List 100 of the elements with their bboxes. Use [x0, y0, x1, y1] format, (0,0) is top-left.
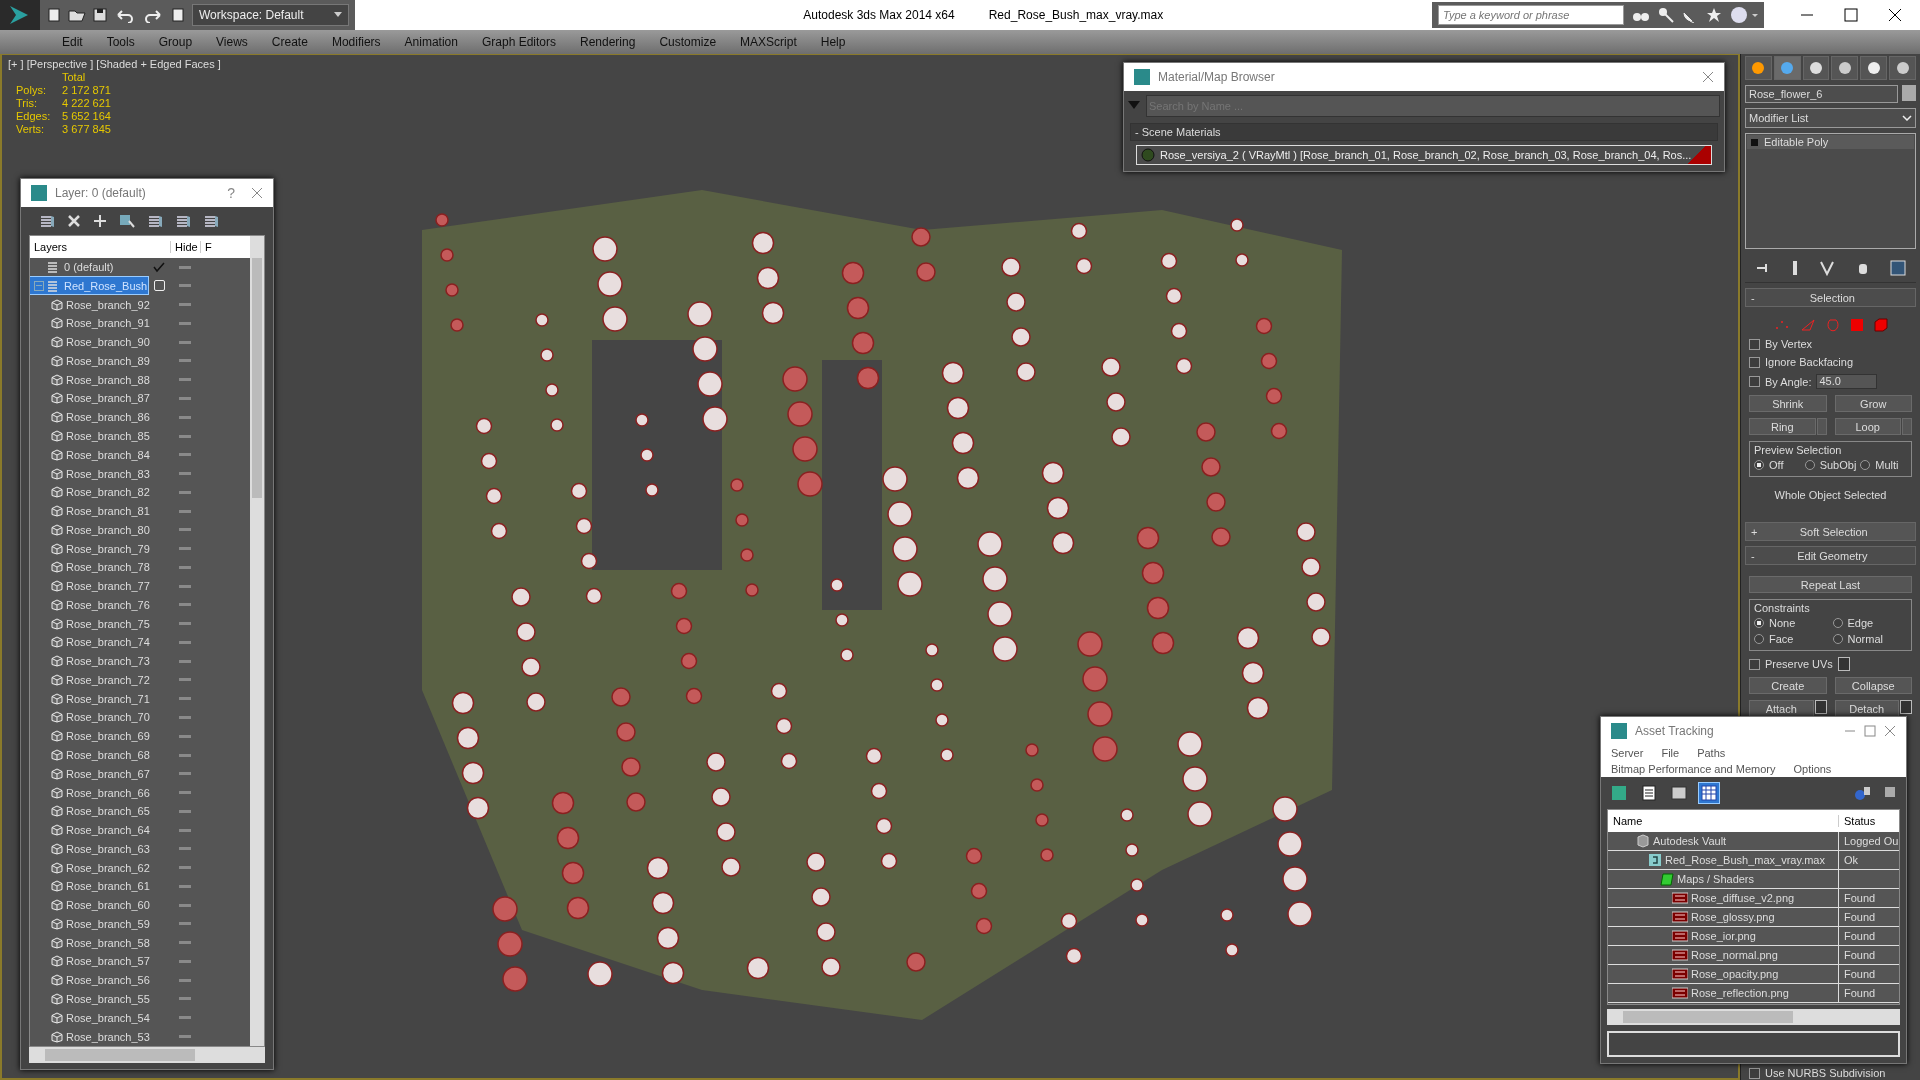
menu-item[interactable]: Rendering — [568, 35, 648, 49]
border-icon[interactable] — [1825, 318, 1840, 332]
stack-item[interactable]: Editable Poly — [1747, 135, 1914, 149]
hide-toggle[interactable] — [179, 1035, 191, 1038]
current-layer-checkbox[interactable] — [153, 280, 165, 292]
open-folder-icon[interactable] — [68, 7, 86, 23]
close-icon[interactable] — [1888, 8, 1902, 22]
hide-toggle[interactable] — [179, 659, 191, 663]
menu-item[interactable]: Views — [204, 35, 260, 49]
delete-icon[interactable] — [67, 214, 81, 228]
new-layer-icon[interactable] — [39, 213, 55, 229]
hide-toggle[interactable] — [179, 284, 191, 288]
hide-toggle[interactable] — [179, 509, 191, 513]
menu-item[interactable]: Graph Editors — [469, 35, 568, 49]
maximize-icon[interactable] — [1844, 8, 1858, 22]
hide-toggle[interactable] — [179, 866, 191, 870]
menu-item[interactable]: Edit — [50, 35, 95, 49]
search-field[interactable]: Type a keyword or phrase — [1438, 5, 1624, 25]
checkmark-icon[interactable] — [153, 261, 165, 274]
panel-tab[interactable] — [1773, 56, 1801, 80]
add-icon[interactable] — [93, 214, 107, 228]
horizontal-scrollbar[interactable] — [29, 1047, 265, 1063]
hide-toggle[interactable] — [179, 753, 191, 757]
app-logo[interactable] — [0, 0, 40, 30]
redo-icon[interactable] — [142, 7, 164, 23]
checkbox[interactable] — [1749, 338, 1760, 350]
menu-item[interactable]: Help — [808, 35, 858, 49]
workspace-dropdown[interactable]: Workspace: Default — [192, 4, 349, 26]
hide-toggle[interactable] — [179, 772, 191, 776]
viewport-label[interactable]: [+ ] [Perspective ] [Shaded + Edged Faces ] — [8, 58, 221, 70]
select-layer-icon[interactable] — [147, 213, 163, 229]
command-button[interactable]: Ring — [1749, 418, 1816, 435]
column-header[interactable]: Status — [1838, 815, 1899, 827]
options-button[interactable] — [1814, 700, 1827, 714]
rollout-header[interactable]: + Soft Selection — [1745, 522, 1916, 541]
save-icon[interactable] — [92, 7, 108, 23]
hide-toggle[interactable] — [179, 415, 191, 419]
hide-toggle[interactable] — [179, 997, 191, 1001]
hide-toggle[interactable] — [179, 396, 191, 400]
material-item[interactable]: Rose_versiya_2 ( VRayMtl ) [Rose_branch_01, Rose_branch_02, Rose_branch_03, Rose_branch_04, Ros... — [1136, 145, 1712, 165]
hide-toggle[interactable] — [179, 472, 191, 476]
command-button[interactable]: Loop — [1834, 418, 1901, 435]
radio-button[interactable] — [1804, 460, 1815, 470]
hide-toggle[interactable] — [179, 809, 191, 813]
menu-item[interactable]: MAXScript — [728, 35, 809, 49]
hide-toggle[interactable] — [179, 1016, 191, 1020]
command-button[interactable]: Repeat Last — [1749, 576, 1912, 593]
hide-toggle[interactable] — [179, 453, 191, 457]
hide-toggle[interactable] — [179, 922, 191, 926]
hide-toggle[interactable] — [179, 678, 191, 682]
rollout-header[interactable]: - Selection — [1745, 288, 1916, 307]
hide-toggle[interactable] — [179, 603, 191, 607]
hide-toggle[interactable] — [179, 884, 191, 888]
color-swatch[interactable] — [1902, 85, 1916, 101]
hide-toggle[interactable] — [179, 941, 191, 945]
menu-item[interactable]: File — [1661, 747, 1680, 759]
checkbox[interactable] — [1749, 658, 1760, 670]
hide-toggle[interactable] — [179, 303, 191, 307]
checkbox[interactable] — [1749, 376, 1760, 387]
hide-toggle[interactable] — [179, 716, 191, 719]
object-name-field[interactable]: Rose_flower_6 — [1745, 85, 1898, 103]
options-button[interactable] — [1900, 700, 1912, 714]
menu-item[interactable]: Paths — [1697, 747, 1726, 759]
hide-toggle[interactable] — [179, 959, 191, 963]
hide-toggle[interactable] — [179, 847, 191, 851]
hide-toggle[interactable] — [179, 434, 191, 438]
radio-button[interactable] — [1754, 460, 1764, 470]
menu-item[interactable]: Animation — [392, 35, 470, 49]
hide-toggle[interactable] — [179, 903, 191, 907]
radio-button[interactable] — [1860, 460, 1871, 470]
hide-toggle[interactable] — [179, 528, 191, 532]
key-icon[interactable] — [1658, 7, 1674, 23]
panel-tab[interactable] — [1860, 56, 1888, 80]
modifier-list-dropdown[interactable]: Modifier List — [1745, 108, 1916, 128]
view-button[interactable] — [1669, 783, 1689, 803]
hide-toggle[interactable] — [179, 791, 191, 795]
element-icon[interactable] — [1873, 318, 1888, 332]
command-button[interactable]: Grow — [1834, 395, 1912, 412]
hide-toggle[interactable] — [179, 565, 191, 569]
panel-tab[interactable] — [1831, 56, 1859, 80]
hide-toggle[interactable] — [179, 584, 191, 588]
menu-item[interactable]: Modifiers — [319, 35, 393, 49]
polygon-icon[interactable] — [1849, 318, 1864, 332]
radio-button[interactable] — [1754, 634, 1764, 644]
hide-toggle[interactable] — [179, 828, 191, 832]
radio-button[interactable] — [1832, 618, 1843, 628]
collapse-toggle[interactable] — [34, 280, 44, 291]
command-button[interactable]: Shrink — [1749, 395, 1827, 412]
highlight-layer-icon[interactable] — [175, 213, 191, 229]
scrollbar[interactable] — [250, 236, 264, 1046]
command-button[interactable]: Create — [1749, 677, 1827, 694]
edge-icon[interactable] — [1799, 318, 1816, 332]
panel-tab[interactable] — [1889, 56, 1916, 80]
view-button[interactable] — [1699, 783, 1719, 803]
view-button[interactable] — [1639, 783, 1659, 803]
hide-toggle[interactable] — [179, 378, 191, 382]
layer-item[interactable]: Red_Rose_Bush — [30, 277, 148, 295]
radio-button[interactable] — [1832, 634, 1843, 644]
select-objects-icon[interactable] — [119, 213, 135, 229]
menu-item[interactable]: Customize — [647, 35, 729, 49]
